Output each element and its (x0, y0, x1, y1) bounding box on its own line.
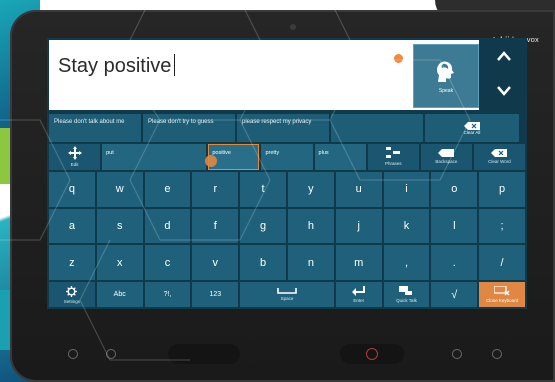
enter-arrow-icon (351, 286, 365, 296)
key-t[interactable]: t (240, 172, 286, 207)
key-l[interactable]: l (431, 208, 478, 244)
key-slash[interactable]: / (479, 245, 525, 280)
chevron-up-icon[interactable] (496, 50, 512, 66)
quick-talk-button[interactable]: Quick Talk (383, 282, 430, 307)
key-q[interactable]: q (49, 172, 95, 207)
message-window[interactable]: Stay positive Speak (49, 40, 479, 110)
enter-button[interactable]: Enter (335, 282, 382, 307)
key-j[interactable]: j (335, 208, 382, 244)
edit-label: Edit (70, 162, 79, 168)
settings-button[interactable]: Settings (49, 282, 95, 307)
key-k[interactable]: k (383, 208, 430, 244)
key-v[interactable]: v (192, 245, 239, 280)
key-s[interactable]: s (96, 208, 143, 244)
space-bar-icon (277, 288, 297, 294)
space-button[interactable]: Space (240, 282, 334, 307)
clear-all-icon (464, 121, 480, 130)
space-label: Space (280, 296, 294, 301)
key-x[interactable]: x (96, 245, 143, 280)
hardware-button-right-2[interactable] (492, 349, 502, 359)
key-h[interactable]: h (287, 208, 334, 244)
key-r[interactable]: r (192, 172, 239, 207)
key-d[interactable]: d (144, 208, 191, 244)
function-row: Settings Abc ?!, 123 Space Enter Quick T… (49, 282, 525, 307)
phrases-label: Phrases (384, 161, 402, 167)
key-z[interactable]: z (49, 245, 95, 280)
hardware-sensor-bar (168, 344, 240, 364)
power-button-housing (340, 344, 404, 364)
key-u[interactable]: u (335, 172, 382, 207)
gaze-dwell-cursor (205, 155, 217, 167)
enter-label: Enter (353, 298, 365, 303)
dwell-indicator-dot (394, 54, 403, 63)
phrases-icon (386, 147, 401, 159)
prediction-put[interactable]: put (102, 144, 207, 170)
close-keyboard-button[interactable]: Close Keyboard (479, 282, 525, 307)
phrase-button-4[interactable] (331, 114, 423, 142)
clear-word-label: Clear Word (488, 159, 511, 165)
app-screen: Stay positive Speak Please don't talk ab… (47, 38, 527, 309)
speak-label: Speak (438, 88, 454, 94)
hardware-button-right-1[interactable] (452, 349, 462, 359)
move-arrows-icon (67, 146, 82, 161)
text-caret (174, 54, 176, 76)
hardware-button-left-2[interactable] (106, 349, 116, 359)
close-keyboard-icon (494, 286, 510, 296)
key-p[interactable]: p (479, 172, 525, 207)
phrase-button-2[interactable]: Please don't try to guess (143, 114, 235, 142)
key-y[interactable]: y (287, 172, 334, 207)
abc-button[interactable]: Abc (96, 282, 143, 307)
key-semicolon[interactable]: ; (479, 208, 525, 244)
key-e[interactable]: e (144, 172, 191, 207)
key-period[interactable]: . (431, 245, 478, 280)
phrases-button[interactable]: Phrases (367, 144, 419, 170)
speak-button[interactable]: Speak (413, 44, 479, 108)
clear-word-icon (491, 149, 508, 158)
key-o[interactable]: o (431, 172, 478, 207)
key-c[interactable]: c (144, 245, 191, 280)
key-n[interactable]: n (287, 245, 334, 280)
speaking-head-icon (437, 61, 454, 82)
key-w[interactable]: w (96, 172, 143, 207)
edit-button[interactable]: Edit (49, 144, 101, 170)
quick-talk-icon (399, 286, 413, 295)
phrase-button-3[interactable]: please respect my privacy (237, 114, 329, 142)
scroll-controls (483, 40, 525, 110)
numbers-button[interactable]: 123 (192, 282, 239, 307)
chevron-down-icon[interactable] (496, 85, 512, 101)
key-b[interactable]: b (240, 245, 286, 280)
backspace-icon (438, 149, 455, 158)
key-a[interactable]: a (49, 208, 95, 244)
backspace-label: Backspace (435, 159, 458, 165)
check-button[interactable]: √ (431, 282, 478, 307)
backspace-button[interactable]: Backspace (420, 144, 472, 170)
key-f[interactable]: f (192, 208, 239, 244)
prediction-pretty[interactable]: pretty (261, 144, 313, 170)
letter-keys: q w e r t y u i o p a s d f g h j k l ; … (49, 172, 525, 280)
phrase-button-1[interactable]: Please don't talk about me (49, 114, 141, 142)
key-g[interactable]: g (240, 208, 286, 244)
clear-all-label: Clear All (463, 129, 481, 135)
clear-all-button[interactable]: Clear All (425, 114, 519, 142)
settings-label: Settings (63, 298, 81, 304)
quick-talk-label: Quick Talk (396, 298, 417, 303)
key-i[interactable]: i (383, 172, 430, 207)
close-keyboard-label: Close Keyboard (486, 298, 519, 303)
punctuation-button[interactable]: ?!, (144, 282, 191, 307)
prediction-plus[interactable]: plus (314, 144, 366, 170)
gear-icon (66, 285, 78, 297)
message-text: Stay positive (58, 54, 176, 78)
key-m[interactable]: m (335, 245, 382, 280)
phrase-row: Please don't talk about me Please don't … (49, 114, 525, 142)
camera (290, 24, 296, 30)
clear-word-button[interactable]: Clear Word (473, 144, 525, 170)
key-comma[interactable]: , (383, 245, 430, 280)
hardware-button-left-1[interactable] (68, 349, 78, 359)
power-icon[interactable] (366, 348, 378, 360)
